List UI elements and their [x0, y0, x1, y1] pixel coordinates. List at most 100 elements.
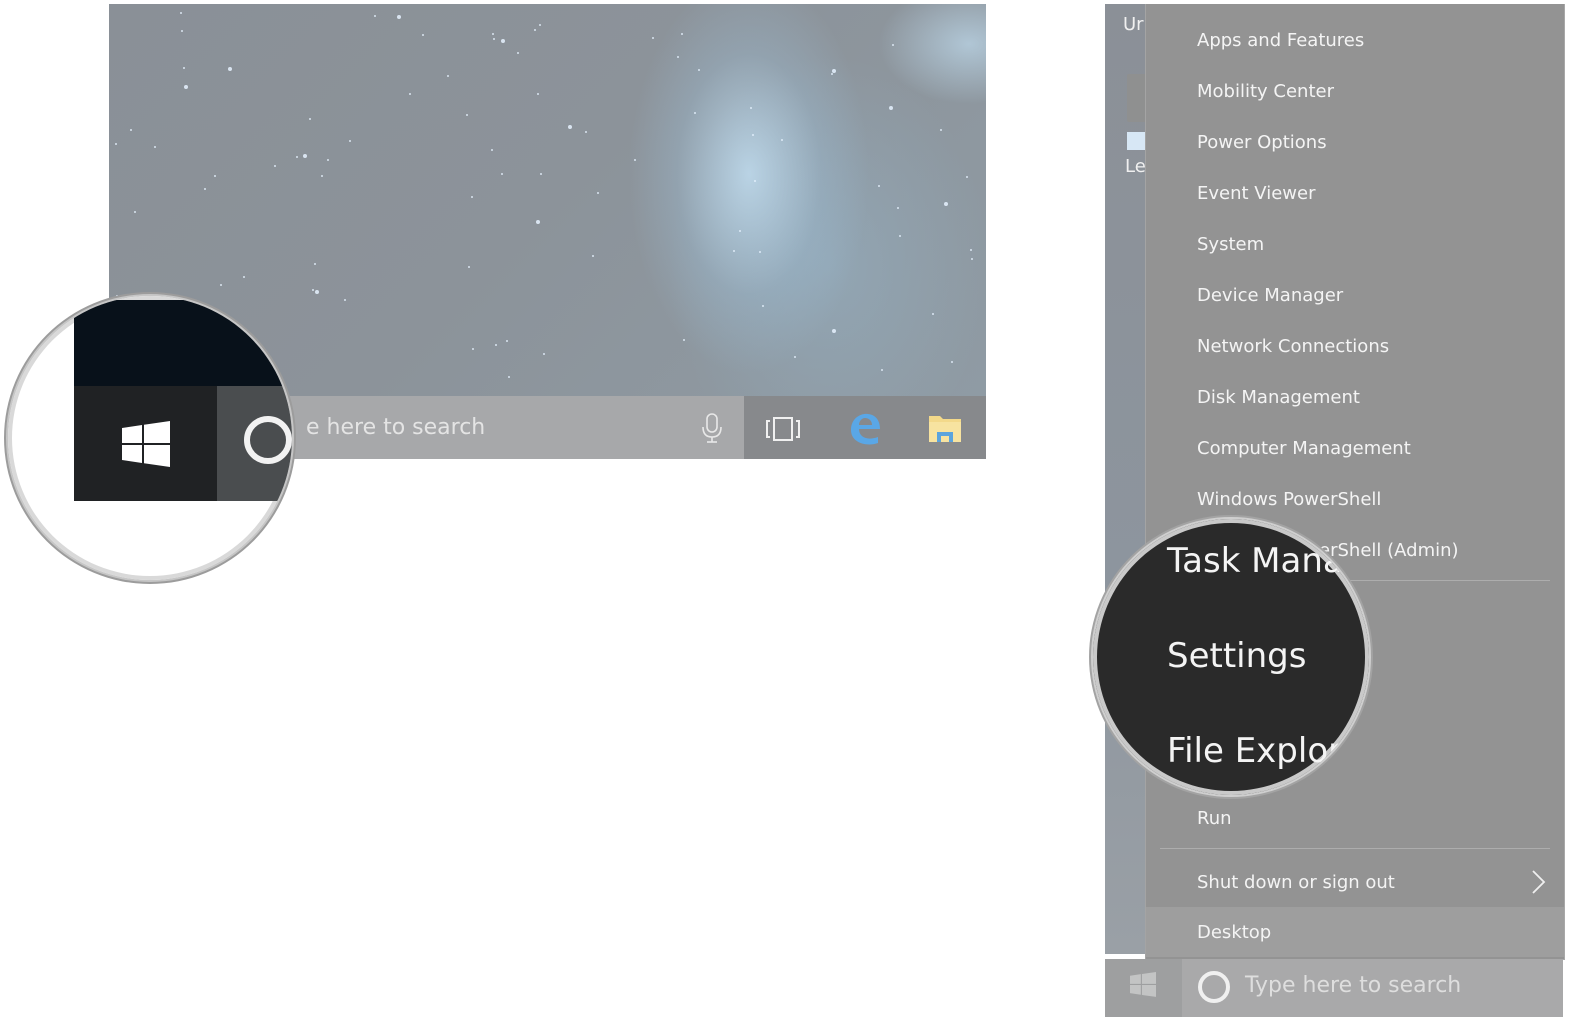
star [471, 348, 474, 351]
star [888, 105, 893, 110]
star [349, 139, 352, 142]
search-placeholder: e here to search [306, 415, 486, 440]
start-button-right[interactable] [1105, 959, 1182, 1017]
star [492, 33, 495, 36]
star [129, 128, 132, 131]
edge-browser-icon[interactable] [847, 410, 883, 446]
magnifier-settings: Task Manag Settings File Explor [1093, 519, 1369, 795]
star [898, 234, 901, 237]
menu-item-shut-down-or-sign-out[interactable]: Shut down or sign out [1146, 857, 1564, 907]
menu-item-windows-powershell[interactable]: Windows PowerShell [1146, 474, 1564, 524]
star [492, 38, 495, 41]
star [182, 66, 185, 69]
star [568, 125, 573, 130]
star [303, 154, 308, 159]
star [183, 85, 188, 90]
menu-item-label: Computer Management [1197, 437, 1411, 459]
star [227, 67, 232, 72]
start-button[interactable] [74, 386, 217, 501]
star [500, 38, 505, 43]
menu-item-label: Run [1197, 807, 1232, 829]
star [203, 188, 206, 191]
chevron-right-icon [1532, 870, 1546, 894]
desktop-wallpaper-right: Ur Le [1105, 4, 1145, 954]
star [751, 134, 754, 137]
star [470, 195, 473, 198]
menu-item-mobility-center[interactable]: Mobility Center [1146, 66, 1564, 116]
menu-item-device-manager[interactable]: Device Manager [1146, 270, 1564, 320]
star [134, 210, 137, 213]
star [409, 93, 412, 96]
star [373, 15, 376, 18]
menu-item-event-viewer[interactable]: Event Viewer [1146, 168, 1564, 218]
menu-item-desktop[interactable]: Desktop [1146, 907, 1564, 957]
star [892, 44, 895, 47]
menu-item-label: Desktop [1197, 921, 1272, 943]
shortcut-icon[interactable] [1127, 132, 1145, 150]
star [970, 248, 973, 251]
menu-item-label: Disk Management [1197, 386, 1360, 408]
desktop-icon-label: Le [1125, 156, 1145, 177]
file-explorer-icon[interactable] [927, 412, 963, 444]
star [591, 255, 594, 258]
star [951, 360, 954, 363]
menu-item-computer-management[interactable]: Computer Management [1146, 423, 1564, 473]
star [533, 28, 536, 31]
star [542, 352, 545, 355]
star [537, 92, 540, 95]
menu-item-label: Apps and Features [1197, 29, 1365, 51]
star [676, 56, 679, 59]
star [321, 174, 324, 177]
star [831, 328, 836, 333]
star [878, 185, 881, 188]
star [940, 129, 942, 132]
menu-item-label: Shut down or sign out [1197, 871, 1395, 893]
star [693, 112, 696, 115]
microphone-icon[interactable] [701, 412, 723, 444]
star [535, 219, 540, 224]
desktop-tile [1127, 74, 1145, 122]
star [467, 266, 470, 269]
star [540, 172, 543, 175]
menu-separator [1160, 848, 1550, 849]
star [507, 376, 510, 379]
menu-item-power-options[interactable]: Power Options [1146, 117, 1564, 167]
menu-item-run[interactable]: Run [1146, 793, 1564, 843]
magnified-wallpaper [74, 300, 292, 386]
star [115, 142, 118, 145]
menu-item-label: Power Options [1197, 131, 1327, 153]
magnified-menu-item-settings[interactable]: Settings [1167, 636, 1306, 676]
star [296, 155, 299, 158]
star [180, 12, 183, 15]
menu-item-apps-and-features[interactable]: Apps and Features [1146, 15, 1564, 65]
star [491, 149, 494, 152]
star [214, 175, 217, 178]
star [327, 158, 330, 161]
menu-item-system[interactable]: System [1146, 219, 1564, 269]
menu-item-label: Device Manager [1197, 284, 1344, 306]
star [311, 288, 314, 291]
star [732, 250, 735, 253]
menu-item-label: Windows PowerShell [1197, 488, 1382, 510]
star [831, 72, 834, 75]
magnified-menu-item-task-manager[interactable]: Task Manag [1167, 541, 1365, 581]
star [314, 290, 319, 295]
star [762, 305, 765, 308]
menu-item-network-connections[interactable]: Network Connections [1146, 321, 1564, 371]
menu-item-disk-management[interactable]: Disk Management [1146, 372, 1564, 422]
star [970, 257, 973, 260]
search-box-right[interactable]: Type here to search [1182, 959, 1563, 1017]
star [243, 276, 246, 279]
menu-item-label: Mobility Center [1197, 80, 1334, 102]
star [344, 299, 347, 302]
star [750, 106, 753, 109]
star [517, 52, 520, 55]
star [633, 158, 636, 161]
desktop-icon-label: Ur [1123, 14, 1144, 35]
star [596, 191, 599, 194]
task-view-icon[interactable] [765, 416, 801, 442]
menu-item-label: Event Viewer [1197, 182, 1316, 204]
magnified-menu-item-file-explorer[interactable]: File Explor [1167, 731, 1342, 771]
star [880, 368, 883, 371]
magnifier-start-button [8, 296, 292, 580]
